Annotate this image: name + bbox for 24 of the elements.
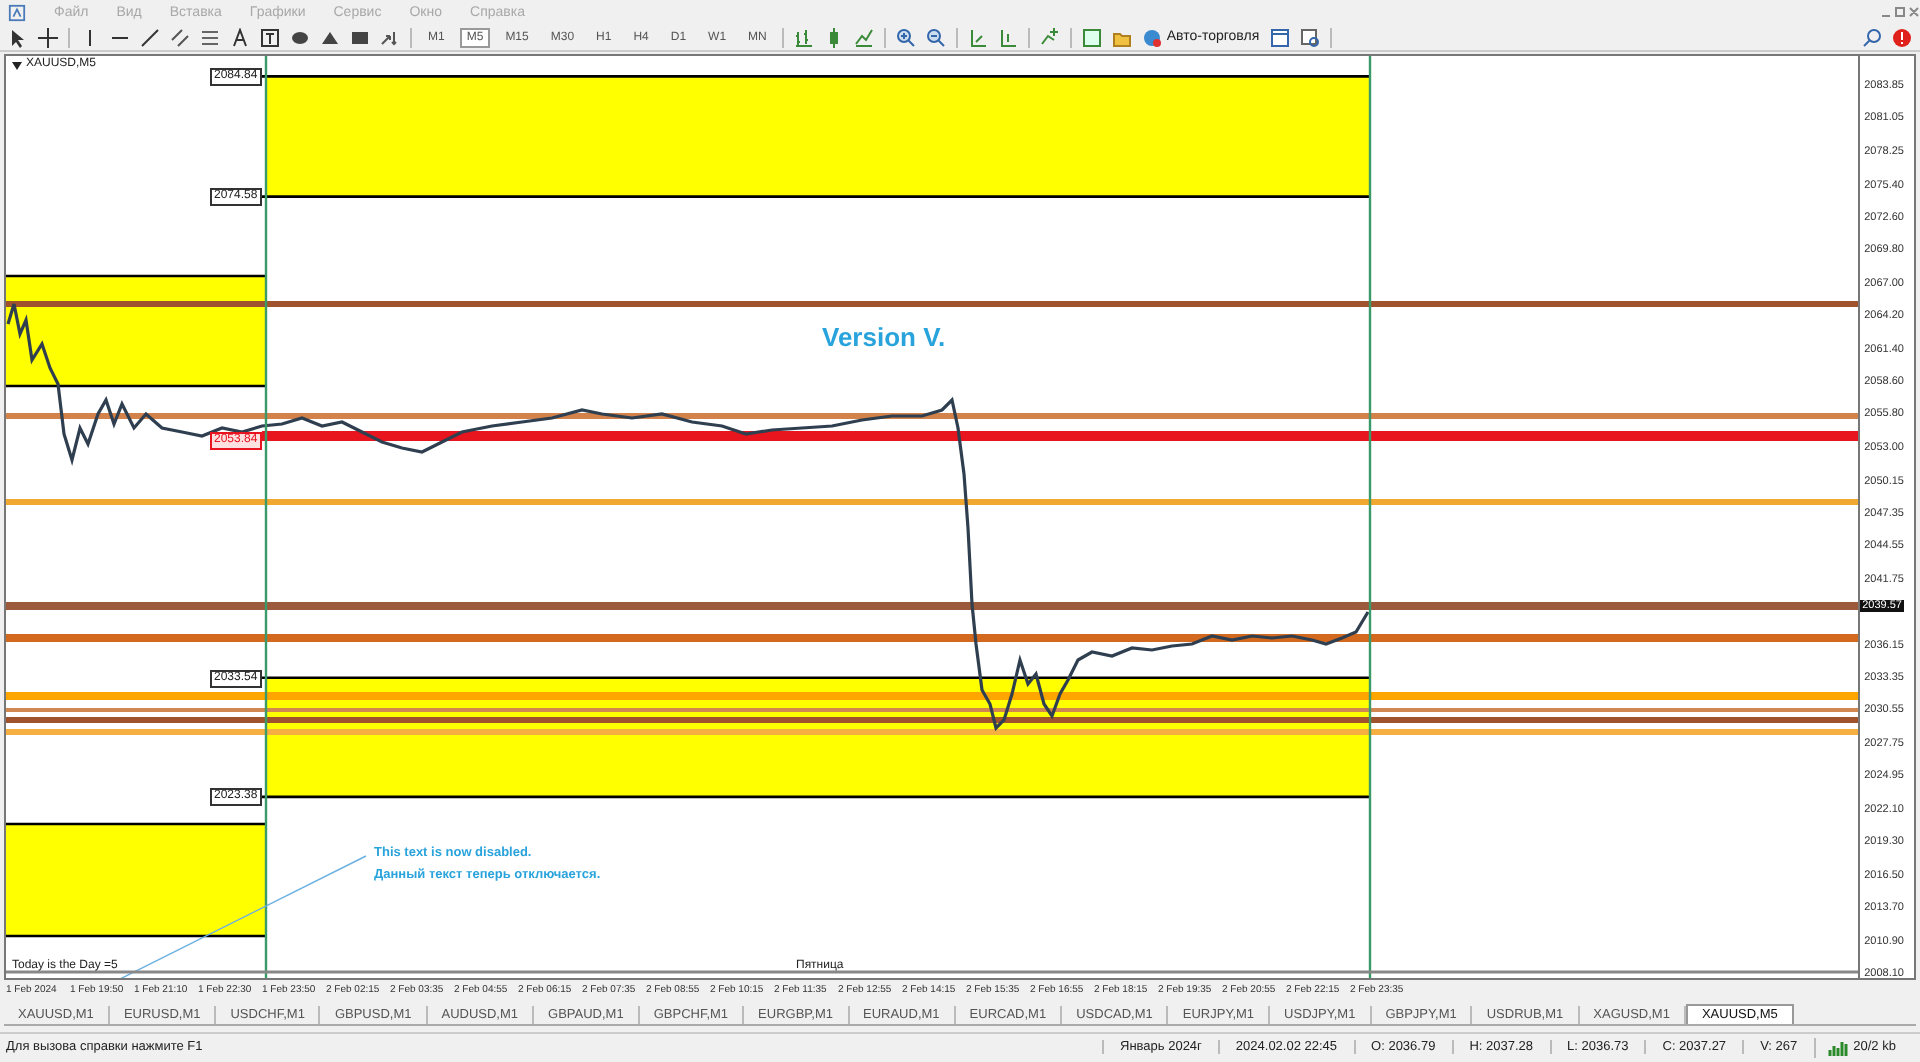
alert-icon[interactable] [1892, 27, 1912, 47]
folder-icon[interactable] [1112, 27, 1133, 47]
triangle-icon[interactable] [320, 27, 340, 47]
ellipse-icon[interactable] [290, 27, 310, 47]
rectangle-icon[interactable] [350, 27, 370, 47]
text-label-icon[interactable] [260, 27, 280, 47]
bar-chart-icon[interactable] [794, 27, 815, 47]
arrows-icon[interactable] [380, 27, 400, 47]
text-icon[interactable] [230, 27, 250, 47]
window-icon[interactable] [1269, 27, 1290, 47]
zoom-in-icon[interactable] [896, 27, 917, 47]
trend-line-icon[interactable] [140, 27, 160, 47]
crosshair-icon[interactable] [38, 27, 58, 47]
window-controls-icon[interactable] [1880, 2, 1920, 22]
annotation-text: Version V. [822, 322, 946, 352]
app-icon[interactable] [8, 3, 26, 21]
dropdown-triangle-icon[interactable] [12, 62, 22, 70]
channel-icon[interactable] [170, 27, 190, 47]
add-indicator-icon[interactable] [1040, 27, 1061, 47]
zoom-out-icon[interactable] [926, 27, 947, 47]
line-chart-icon[interactable] [854, 27, 875, 47]
cursor-icon[interactable] [8, 27, 28, 47]
connection-bars-icon [1827, 1037, 1848, 1057]
search-icon[interactable] [1862, 27, 1882, 47]
